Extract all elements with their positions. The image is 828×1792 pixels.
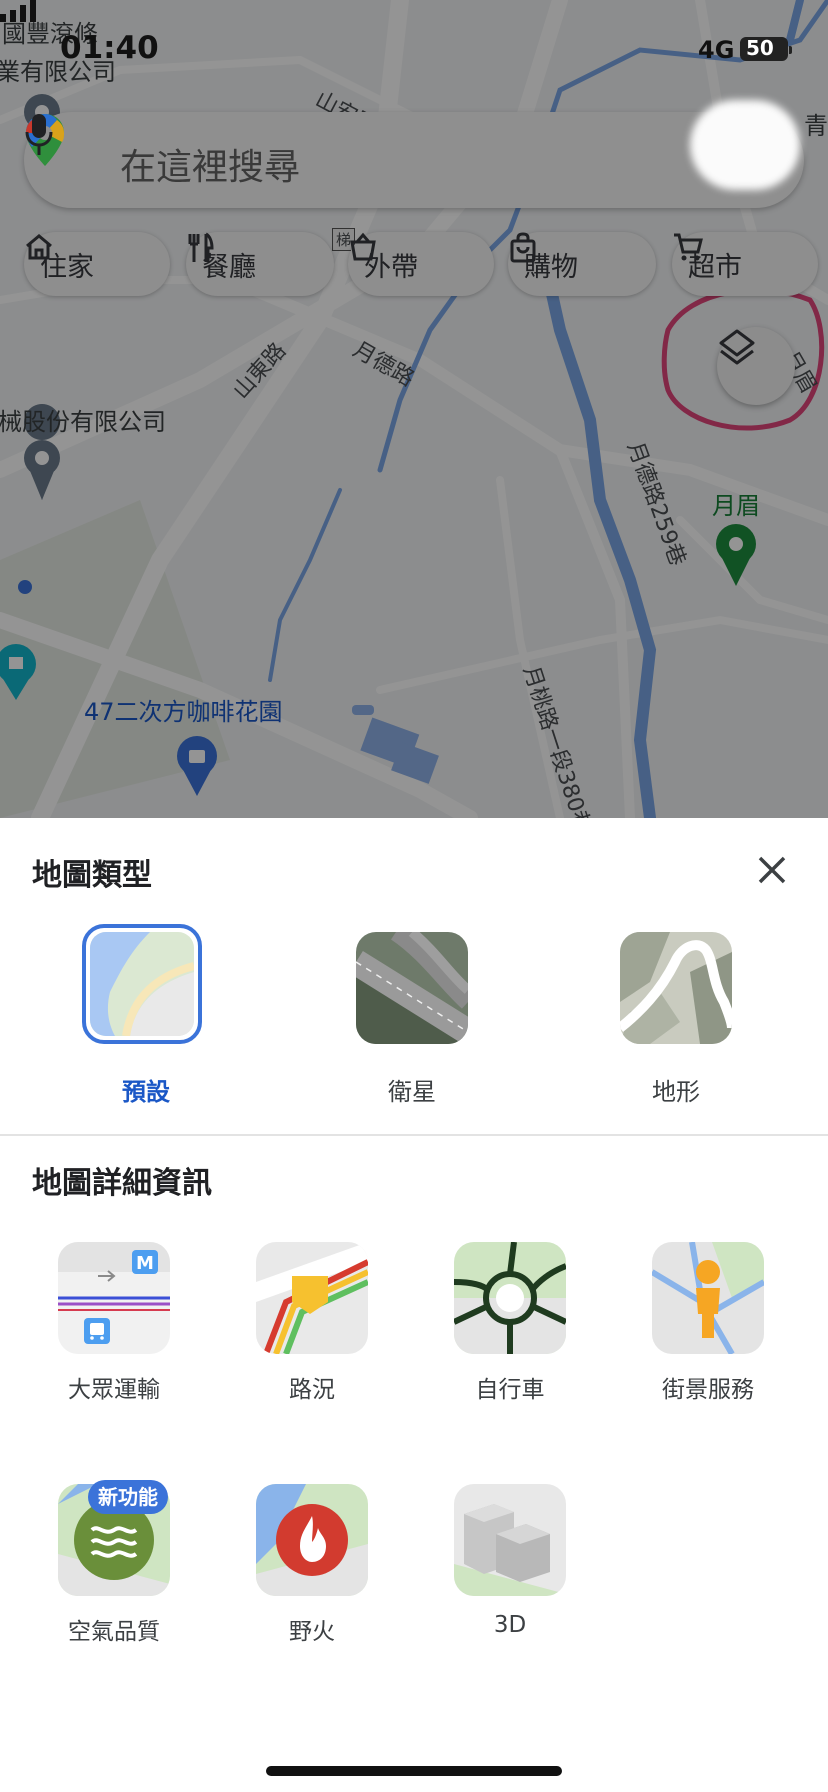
map-type-satellite[interactable] — [356, 932, 468, 1044]
map-view[interactable]: 國豐滾條 業有限公司 械股份有限公司 47二次方咖啡花園 月眉 青 山東路 月德… — [0, 0, 828, 818]
street-view-icon — [652, 1242, 764, 1354]
cart-icon — [674, 233, 703, 261]
detail-3d-label: 3D — [493, 1612, 527, 1638]
account-avatar[interactable] — [690, 100, 800, 190]
detail-wildfire-label: 野火 — [289, 1619, 335, 1645]
biking-icon — [454, 1242, 566, 1354]
home-icon — [26, 234, 52, 260]
chip-home[interactable]: 住家 — [24, 232, 170, 296]
network-type: 4G — [698, 36, 735, 64]
detail-biking[interactable] — [454, 1242, 566, 1354]
default-map-thumbnail — [90, 932, 194, 1036]
battery-level: 50 — [746, 36, 774, 60]
detail-air-quality-label: 空氣品質 — [68, 1619, 160, 1645]
svg-text:M: M — [136, 1253, 154, 1274]
map-type-default[interactable] — [82, 924, 202, 1044]
close-icon[interactable] — [754, 852, 790, 888]
status-time: 01:40 — [60, 30, 159, 66]
satellite-map-thumbnail — [356, 932, 468, 1044]
detail-street-view-label: 街景服務 — [662, 1377, 754, 1403]
search-bar[interactable]: 在這裡搜尋 — [24, 112, 804, 208]
new-feature-badge: 新功能 — [88, 1480, 168, 1514]
traffic-icon — [256, 1242, 368, 1354]
layers-sheet: 地圖類型 預設 衛星 地形 地圖詳細資訊 M 大眾運輸 路況 自行車 街景服務 … — [0, 818, 828, 1792]
detail-transit[interactable]: M — [58, 1242, 170, 1354]
detail-biking-label: 自行車 — [475, 1377, 545, 1403]
section-divider — [0, 1134, 828, 1136]
3d-icon — [454, 1484, 566, 1596]
detail-transit-label: 大眾運輸 — [68, 1377, 160, 1403]
chip-shopping[interactable]: 購物 — [508, 232, 656, 296]
detail-street-view[interactable] — [652, 1242, 764, 1354]
detail-traffic[interactable] — [256, 1242, 368, 1354]
microphone-icon[interactable] — [24, 112, 54, 158]
map-type-default-label: 預設 — [122, 1078, 170, 1106]
map-type-terrain[interactable] — [620, 932, 732, 1044]
takeout-icon — [350, 232, 376, 261]
map-type-terrain-label: 地形 — [652, 1078, 700, 1106]
shopping-bag-icon — [510, 232, 536, 263]
chip-takeout[interactable]: 外帶 — [348, 232, 494, 296]
home-indicator[interactable] — [266, 1766, 562, 1776]
chip-restaurants[interactable]: 餐廳 — [186, 232, 334, 296]
transit-icon: M — [58, 1242, 170, 1354]
chip-grocery[interactable]: 超市 — [672, 232, 818, 296]
wildfire-icon — [256, 1484, 368, 1596]
layers-button[interactable] — [717, 327, 795, 405]
map-details-title: 地圖詳細資訊 — [32, 1166, 212, 1201]
battery-icon: 50 — [740, 36, 792, 61]
signal-icon — [0, 0, 36, 22]
terrain-map-thumbnail — [620, 932, 732, 1044]
status-bar: 01:40 4G 50 — [0, 0, 828, 100]
layers-icon — [719, 329, 755, 365]
search-input[interactable]: 在這裡搜尋 — [120, 138, 300, 190]
detail-wildfire[interactable] — [256, 1484, 368, 1596]
detail-3d[interactable] — [454, 1484, 566, 1596]
restaurant-icon — [188, 232, 214, 262]
detail-traffic-label: 路況 — [289, 1377, 335, 1403]
map-type-satellite-label: 衛星 — [388, 1078, 436, 1106]
map-type-title: 地圖類型 — [32, 858, 152, 893]
